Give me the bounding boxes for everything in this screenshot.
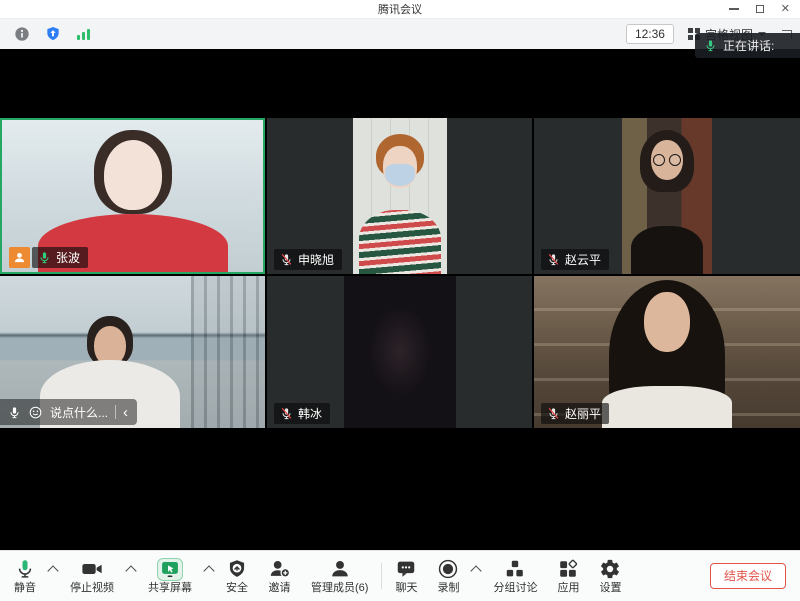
video-tile-hanbing[interactable]: 韩冰 bbox=[267, 276, 532, 428]
participant-name-label: 申晓旭 bbox=[274, 249, 342, 270]
chat-button[interactable]: 聊天 bbox=[385, 551, 427, 601]
invite-button[interactable]: 邀请 bbox=[258, 551, 301, 601]
participant-name-label: 张波 bbox=[32, 247, 88, 268]
participant-name-label: 韩冰 bbox=[274, 403, 330, 424]
breakout-blocks-icon bbox=[504, 558, 526, 580]
apps-grid-icon bbox=[557, 558, 579, 580]
breakout-rooms-button[interactable]: 分组讨论 bbox=[483, 551, 547, 601]
quick-chat-placeholder[interactable]: 说点什么... bbox=[50, 404, 108, 421]
mic-icon bbox=[704, 39, 717, 52]
person-icon bbox=[329, 558, 351, 580]
video-grid: 张波 申晓旭 bbox=[0, 118, 800, 428]
record-icon bbox=[437, 558, 459, 580]
toolbar-separator bbox=[381, 563, 382, 589]
shield-icon bbox=[227, 558, 247, 580]
person-add-icon bbox=[268, 558, 291, 580]
apps-button[interactable]: 应用 bbox=[547, 551, 589, 601]
mic-muted-icon bbox=[280, 253, 293, 266]
network-signal-icon[interactable] bbox=[76, 27, 92, 41]
mute-button[interactable]: 静音 bbox=[4, 551, 46, 601]
settings-button[interactable]: 设置 bbox=[589, 551, 631, 601]
mic-muted-icon bbox=[547, 407, 560, 420]
mic-on-icon bbox=[38, 251, 51, 264]
share-options-caret[interactable] bbox=[202, 567, 216, 575]
stop-video-button[interactable]: 停止视频 bbox=[60, 551, 124, 601]
maximize-icon[interactable] bbox=[756, 5, 764, 13]
manage-members-button[interactable]: 管理成员(6) bbox=[301, 551, 378, 601]
end-meeting-button[interactable]: 结束会议 bbox=[710, 563, 786, 589]
video-tile-zhaoliping[interactable]: 赵丽平 bbox=[534, 276, 800, 428]
speaking-indicator: 正在讲话: bbox=[695, 33, 800, 58]
minimize-icon[interactable] bbox=[729, 8, 739, 10]
meeting-clock: 12:36 bbox=[626, 24, 674, 44]
close-icon[interactable]: ✕ bbox=[781, 4, 790, 15]
video-tile-shenxiaoxu[interactable]: 申晓旭 bbox=[267, 118, 532, 274]
security-shield-icon[interactable] bbox=[45, 26, 61, 42]
mic-muted-icon bbox=[547, 253, 560, 266]
meeting-info-icon[interactable] bbox=[14, 26, 30, 42]
video-tile-zhangbo[interactable]: 张波 bbox=[0, 118, 265, 274]
collapse-chat-icon[interactable]: ‹ bbox=[123, 405, 128, 420]
video-tile-zhaoyunping[interactable]: 赵云平 bbox=[534, 118, 800, 274]
tencent-meeting-window: 腾讯会议 ✕ 12:36 宫格视图 bbox=[0, 0, 800, 531]
participant-name-label: 赵丽平 bbox=[541, 403, 609, 424]
mute-options-caret[interactable] bbox=[46, 567, 60, 575]
gear-icon bbox=[599, 558, 621, 580]
mic-muted-icon bbox=[280, 407, 293, 420]
mic-on-icon bbox=[8, 406, 21, 419]
emoji-icon bbox=[28, 405, 43, 420]
host-badge-icon bbox=[9, 247, 30, 268]
meeting-info-bar: 12:36 宫格视图 bbox=[0, 19, 800, 49]
mic-icon bbox=[15, 558, 35, 580]
camera-icon bbox=[80, 558, 104, 580]
record-options-caret[interactable] bbox=[469, 567, 483, 575]
video-stage: 张波 申晓旭 bbox=[0, 49, 800, 550]
security-button[interactable]: 安全 bbox=[216, 551, 258, 601]
title-bar: 腾讯会议 ✕ bbox=[0, 0, 800, 19]
chat-bubble-icon bbox=[395, 558, 417, 580]
window-title: 腾讯会议 bbox=[0, 1, 800, 17]
share-screen-button[interactable]: 共享屏幕 bbox=[138, 551, 202, 601]
record-button[interactable]: 录制 bbox=[427, 551, 469, 601]
meeting-controls-bar: 静音 停止视频 共享屏幕 安全 bbox=[0, 550, 800, 601]
video-tile-office[interactable]: 说点什么... ‹ bbox=[0, 276, 265, 428]
quick-chat-bar[interactable]: 说点什么... ‹ bbox=[0, 399, 137, 425]
share-screen-icon bbox=[157, 558, 183, 581]
video-options-caret[interactable] bbox=[124, 567, 138, 575]
speaking-label: 正在讲话: bbox=[723, 37, 774, 54]
participant-name-label: 赵云平 bbox=[541, 249, 609, 270]
